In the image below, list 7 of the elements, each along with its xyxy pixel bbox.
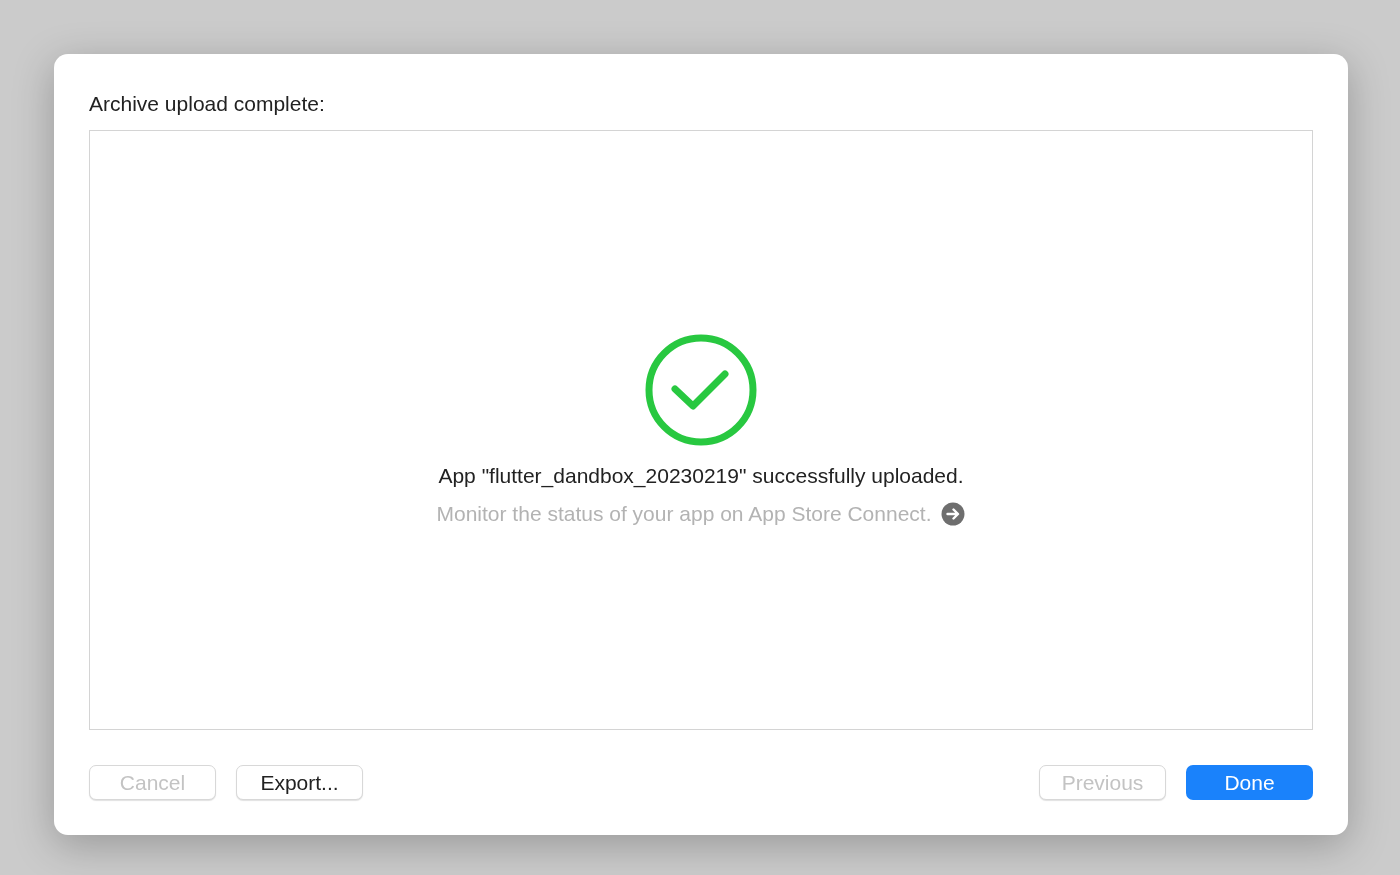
- primary-button[interactable]: Done: [1186, 765, 1313, 800]
- app-store-connect-link[interactable]: Monitor the status of your app on App Store Connect.: [436, 500, 932, 528]
- checkmark-circle-icon: [645, 334, 757, 446]
- arrow-circle-icon[interactable]: [941, 502, 966, 526]
- dialog-title: Archive upload complete:: [89, 91, 326, 117]
- dialog-button[interactable]: Export...: [236, 765, 363, 800]
- success-message: App "flutter_dandbox_20230219" successfully uploaded.: [438, 463, 964, 490]
